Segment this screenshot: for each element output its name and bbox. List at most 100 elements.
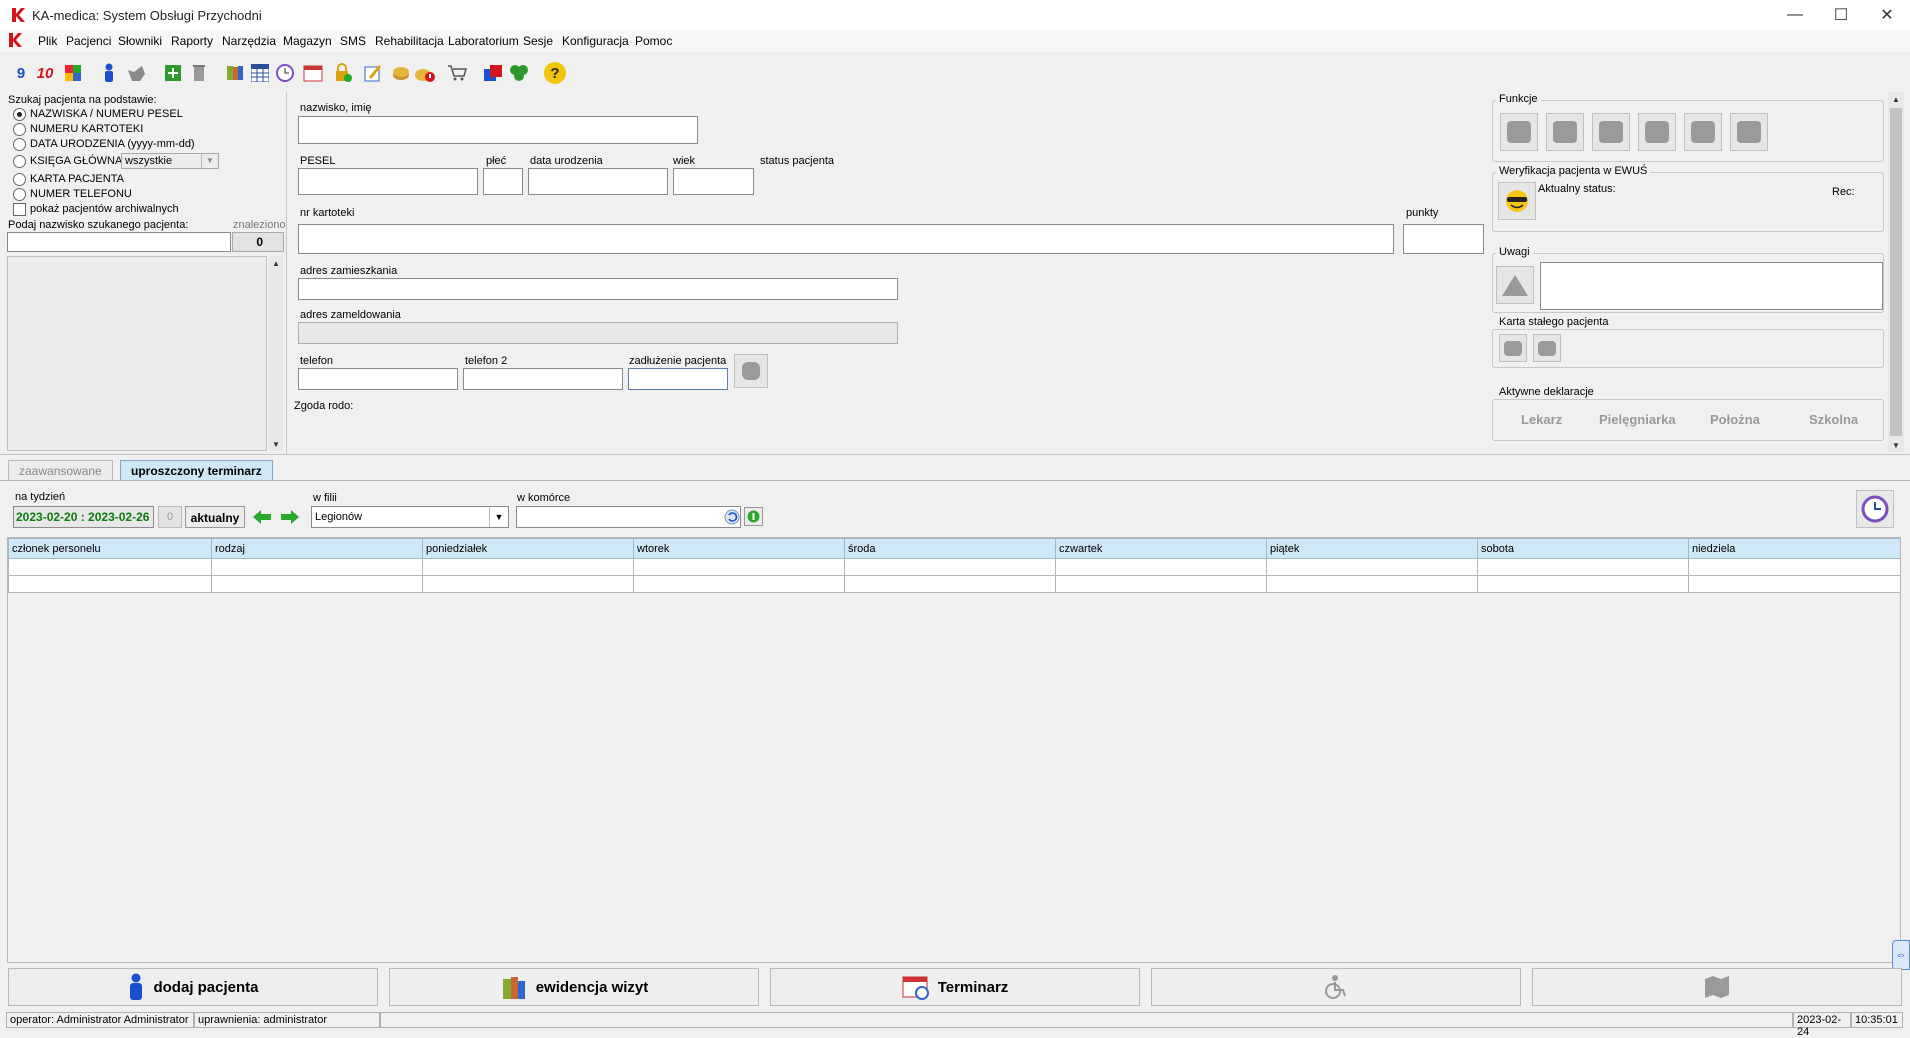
trash-icon[interactable] <box>188 62 210 84</box>
search-results-list[interactable] <box>7 256 267 451</box>
pen-paper-icon[interactable] <box>362 62 384 84</box>
current-week-button[interactable]: aktualny <box>185 506 245 528</box>
table-row[interactable] <box>8 575 1901 593</box>
search-option-karta[interactable]: KARTA PACJENTA <box>13 173 124 189</box>
search-option-ksiega[interactable]: KSIĘGA GŁÓWNA <box>13 155 122 171</box>
tab-zaawansowane[interactable]: zaawansowane <box>8 460 113 480</box>
funkcje-button-4[interactable] <box>1638 113 1676 151</box>
menu-pacjenci[interactable]: Pacjenci <box>66 34 111 48</box>
debt-details-button[interactable] <box>734 354 768 388</box>
panel-splitter[interactable] <box>286 92 292 454</box>
prev-week-button[interactable] <box>250 506 274 528</box>
add-icon[interactable] <box>162 62 184 84</box>
schedule-clock-button[interactable] <box>1856 490 1894 528</box>
patient-icon[interactable] <box>98 62 120 84</box>
menu-laboratorium[interactable]: Laboratorium <box>448 34 519 48</box>
funkcje-button-1[interactable] <box>1500 113 1538 151</box>
deklaracja-polozna[interactable]: Położna <box>1710 412 1760 427</box>
branch-select[interactable]: Legionów ▼ <box>311 506 509 528</box>
books-icon[interactable] <box>224 62 246 84</box>
deklaracja-lekarz[interactable]: Lekarz <box>1521 412 1562 427</box>
clock-icon[interactable] <box>274 62 296 84</box>
toolbar-9-icon[interactable]: 9 <box>10 62 32 84</box>
uwagi-alert-button[interactable] <box>1496 266 1534 304</box>
table-row[interactable] <box>8 558 1901 576</box>
karta-button-1[interactable] <box>1499 334 1527 362</box>
col-personel[interactable]: członek personelu <box>8 538 212 559</box>
boxes-icon[interactable] <box>482 62 504 84</box>
close-button[interactable]: ✕ <box>1864 0 1910 30</box>
scroll-up-icon[interactable]: ▲ <box>269 256 283 270</box>
tab-uproszczony-terminarz[interactable]: uproszczony terminarz <box>120 460 273 480</box>
menu-magazyn[interactable]: Magazyn <box>283 34 332 48</box>
add-patient-button[interactable]: dodaj pacjenta <box>8 968 378 1006</box>
patient-search-input[interactable] <box>7 232 231 252</box>
sex-field[interactable] <box>483 168 523 195</box>
phone2-field[interactable] <box>463 368 623 390</box>
col-czwartek[interactable]: czwartek <box>1055 538 1267 559</box>
horizontal-splitter[interactable] <box>0 454 1910 458</box>
wheelchair-button[interactable] <box>1151 968 1521 1006</box>
dog-icon[interactable] <box>125 62 147 84</box>
deklaracja-szkolna[interactable]: Szkolna <box>1809 412 1858 427</box>
week-range[interactable]: 2023-02-20 : 2023-02-26 <box>13 506 154 528</box>
clover-icon[interactable] <box>508 62 530 84</box>
col-niedziela[interactable]: niedziela <box>1688 538 1901 559</box>
side-expand-icon[interactable]: ⇔ <box>1892 940 1910 970</box>
lock-check-icon[interactable] <box>332 62 354 84</box>
map-button[interactable] <box>1532 968 1902 1006</box>
help-icon[interactable]: ? <box>544 62 566 84</box>
karta-button-2[interactable] <box>1533 334 1561 362</box>
address-field[interactable] <box>298 278 898 300</box>
search-option-data-urodzenia[interactable]: DATA URODZENIA (yyyy-mm-dd) <box>13 138 195 154</box>
phone-field[interactable] <box>298 368 458 390</box>
col-rodzaj[interactable]: rodzaj <box>211 538 423 559</box>
next-week-button[interactable] <box>278 506 302 528</box>
calendar-grid-icon[interactable] <box>249 62 271 84</box>
name-field[interactable] <box>298 116 698 144</box>
visits-button[interactable]: ewidencja wizyt <box>389 968 759 1006</box>
col-sobota[interactable]: sobota <box>1477 538 1689 559</box>
funkcje-button-2[interactable] <box>1546 113 1584 151</box>
maximize-button[interactable]: ☐ <box>1818 0 1864 30</box>
scroll-down-icon[interactable]: ▼ <box>269 437 283 451</box>
puzzle-icon[interactable] <box>62 62 84 84</box>
funkcje-button-3[interactable] <box>1592 113 1630 151</box>
funkcje-button-6[interactable] <box>1730 113 1768 151</box>
toolbar-10-icon[interactable]: 10 <box>34 62 56 84</box>
scroll-up-icon[interactable]: ▲ <box>1889 92 1903 106</box>
col-sroda[interactable]: środa <box>844 538 1056 559</box>
age-field[interactable] <box>673 168 754 195</box>
col-wtorek[interactable]: wtorek <box>633 538 845 559</box>
cart-icon[interactable] <box>446 62 468 84</box>
archive-checkbox[interactable]: pokaż pacjentów archiwalnych <box>13 203 179 219</box>
scheduler-button[interactable]: Terminarz <box>770 968 1140 1006</box>
clear-cell-icon[interactable] <box>724 509 740 525</box>
scroll-thumb[interactable] <box>1890 108 1902 436</box>
menu-plik[interactable]: Plik <box>38 34 57 48</box>
menu-sesje[interactable]: Sesje <box>523 34 553 48</box>
col-piatek[interactable]: piątek <box>1266 538 1478 559</box>
record-field[interactable] <box>298 224 1394 254</box>
search-option-nazwisko[interactable]: NAZWISKA / NUMERU PESEL <box>13 108 183 124</box>
coins-alert-icon[interactable] <box>414 62 436 84</box>
pesel-field[interactable] <box>298 168 478 195</box>
scroll-down-icon[interactable]: ▼ <box>1889 438 1903 452</box>
menu-narzedzia[interactable]: Narzędzia <box>222 34 276 48</box>
calendar-icon[interactable] <box>302 62 324 84</box>
points-field[interactable] <box>1403 224 1484 254</box>
menu-sms[interactable]: SMS <box>340 34 366 48</box>
menu-konfiguracja[interactable]: Konfiguracja <box>562 34 629 48</box>
search-option-kartoteka[interactable]: NUMERU KARTOTEKI <box>13 123 143 139</box>
debt-field[interactable] <box>628 368 728 390</box>
col-poniedzialek[interactable]: poniedziałek <box>422 538 634 559</box>
menu-rehabilitacja[interactable]: Rehabilitacja <box>375 34 444 48</box>
ksiega-select[interactable]: wszystkie ▼ <box>121 153 219 169</box>
search-option-telefon[interactable]: NUMER TELEFONU <box>13 188 132 204</box>
menu-pomoc[interactable]: Pomoc <box>635 34 672 48</box>
menu-slowniki[interactable]: Słowniki <box>118 34 162 48</box>
coins-icon[interactable] <box>390 62 412 84</box>
funkcje-button-5[interactable] <box>1684 113 1722 151</box>
results-scrollbar[interactable]: ▲ ▼ <box>269 256 283 451</box>
form-scrollbar[interactable]: ▲ ▼ <box>1888 92 1904 452</box>
